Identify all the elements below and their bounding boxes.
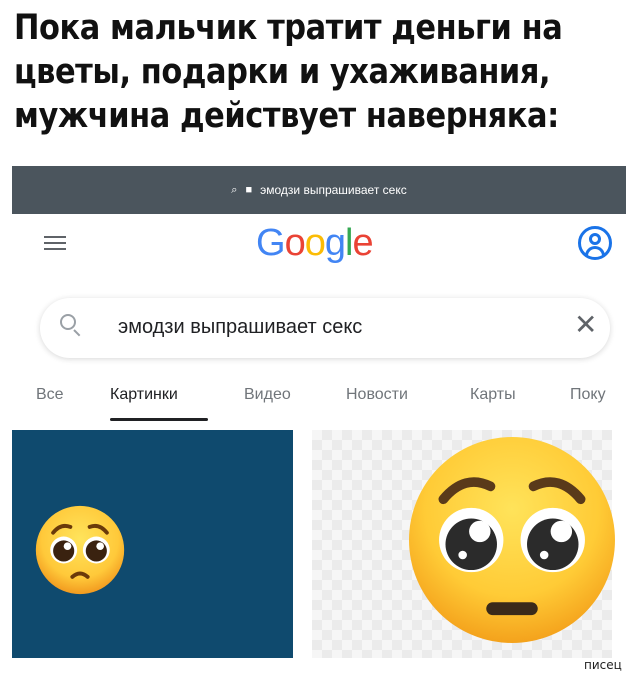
google-header: Google [0, 216, 640, 266]
lock-icon: ■ [245, 184, 253, 196]
google-logo[interactable]: Google [256, 222, 374, 265]
image-result-2[interactable] [312, 430, 615, 658]
tab-news[interactable]: Новости [346, 386, 408, 404]
meme-caption: Пока мальчик тратит деньги на цветы, под… [14, 6, 563, 138]
browser-address-bar[interactable]: ⌕ ■ эмодзи выпрашивает секс [12, 166, 626, 214]
google-logo-letter: o [304, 222, 326, 264]
image-result-1[interactable] [12, 430, 293, 658]
active-tab-indicator [110, 418, 208, 421]
pleading-face-icon [409, 437, 615, 643]
caption-line-1: Пока мальчик тратит деньги на [14, 8, 563, 48]
phone-screenshot: ⌕ ■ эмодзи выпрашивает секс Google эмодз… [0, 160, 640, 660]
google-logo-letter: e [352, 222, 373, 264]
caption-line-2: цветы, подарки и ухаживания, [14, 52, 551, 92]
clear-icon[interactable]: ✕ [574, 310, 597, 340]
tab-maps[interactable]: Карты [470, 386, 516, 404]
tab-shopping[interactable]: Поку [570, 386, 606, 404]
search-box[interactable]: эмодзи выпрашивает секс ✕ [40, 298, 610, 358]
tab-video[interactable]: Видео [244, 386, 291, 404]
google-logo-letter: o [284, 222, 306, 264]
search-icon: ⌕ [231, 183, 238, 196]
google-logo-letter: G [256, 222, 286, 264]
search-icon [60, 314, 82, 338]
pleading-face-icon [35, 505, 125, 595]
tab-all[interactable]: Все [36, 386, 64, 404]
search-input[interactable]: эмодзи выпрашивает секс [118, 316, 362, 339]
image-results [0, 428, 640, 660]
watermark: писец [584, 658, 622, 672]
tab-images[interactable]: Картинки [110, 386, 178, 404]
account-icon[interactable] [578, 226, 612, 260]
google-logo-letter: g [324, 222, 346, 264]
address-text: эмодзи выпрашивает секс [260, 183, 407, 197]
caption-line-3: мужчина действует наверняка: [14, 96, 559, 136]
menu-icon[interactable] [44, 236, 66, 250]
